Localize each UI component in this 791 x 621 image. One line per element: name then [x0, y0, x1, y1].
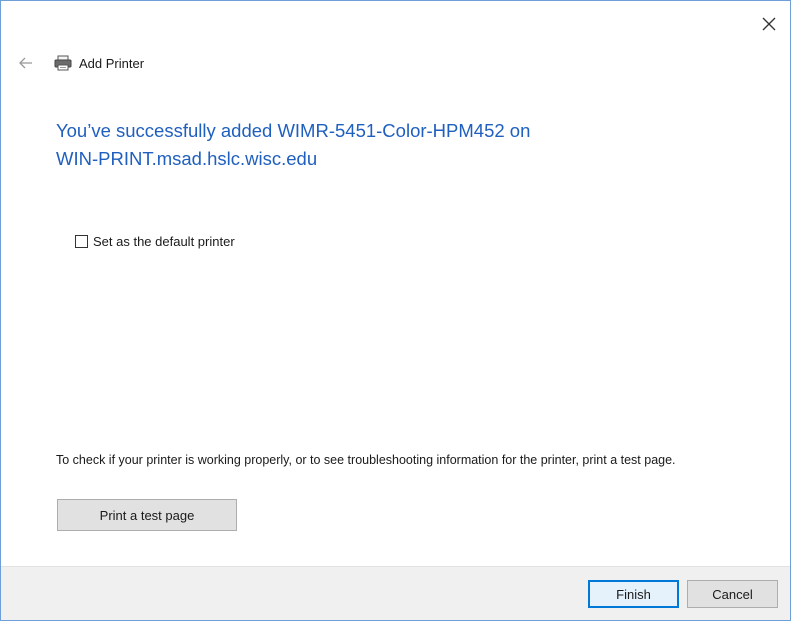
window-title: Add Printer: [79, 55, 145, 71]
print-test-page-button[interactable]: Print a test page: [57, 499, 237, 531]
add-printer-dialog: Add Printer You’ve successfully added WI…: [0, 0, 791, 621]
test-page-info: To check if your printer is working prop…: [56, 453, 676, 467]
default-printer-option[interactable]: Set as the default printer: [75, 234, 235, 249]
finish-button[interactable]: Finish: [588, 580, 679, 608]
success-heading: You’ve successfully added WIMR-5451-Colo…: [56, 117, 656, 173]
default-printer-checkbox[interactable]: [75, 235, 88, 248]
back-arrow-icon: [19, 57, 32, 69]
close-button[interactable]: [756, 11, 782, 37]
titlebar: Add Printer: [15, 51, 144, 75]
heading-line-1: You’ve successfully added WIMR-5451-Colo…: [56, 120, 531, 141]
back-button[interactable]: [15, 52, 37, 74]
printer-icon: [53, 54, 73, 72]
dialog-footer: Finish Cancel: [1, 566, 790, 620]
heading-line-2: WIN-PRINT.msad.hslc.wisc.edu: [56, 148, 318, 169]
cancel-button[interactable]: Cancel: [687, 580, 778, 608]
default-printer-label[interactable]: Set as the default printer: [93, 234, 235, 249]
close-icon: [762, 17, 776, 31]
